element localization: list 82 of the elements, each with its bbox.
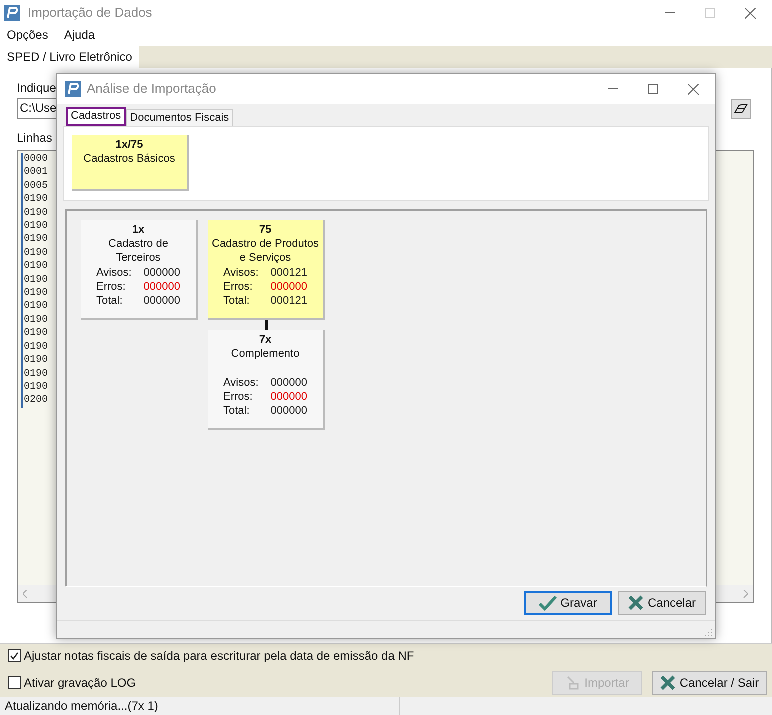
app-logo-icon [65, 81, 81, 97]
stat-value: 000000 [270, 280, 308, 294]
line-entry[interactable]: 0190 [21, 314, 48, 328]
eraser-icon [734, 104, 748, 114]
stat-value: 000121 [270, 294, 308, 308]
line-entry[interactable]: 0001 [21, 166, 48, 180]
action-button[interactable]: Cancelar / Sair [652, 670, 767, 694]
stat-label: Avisos: [224, 376, 259, 390]
app-logo-icon [4, 5, 20, 21]
card-count: 7x [259, 333, 272, 347]
minimize-icon[interactable] [608, 88, 618, 90]
summary-card[interactable]: 7x Complemento Avisos: 000000 Erros: 000000 Total: 000000 [208, 330, 325, 430]
line-entry[interactable]: 0190 [21, 246, 48, 260]
checkbox[interactable] [8, 649, 21, 662]
dialog-title: Análise de Importação [87, 80, 216, 98]
stat-value: 000000 [270, 376, 308, 390]
line-entry[interactable]: 0190 [21, 260, 48, 274]
stat-value: 000000 [144, 266, 180, 280]
stat-value: 000121 [270, 266, 308, 280]
file-label: Indique [17, 80, 56, 96]
line-entry[interactable]: 0190 [21, 300, 48, 314]
menu-item[interactable]: Opções [7, 26, 48, 44]
dialog-button[interactable]: Gravar [524, 591, 612, 615]
summary-card[interactable]: 75 Cadastro de Produtos e Serviços Avisos: 000121 Erros: 000000 Total: 000121 [208, 220, 325, 320]
close-icon[interactable] [745, 8, 756, 18]
line-entry[interactable]: 0190 [21, 274, 48, 288]
stat-value: 000000 [270, 390, 308, 404]
line-entry[interactable]: 0190 [21, 206, 48, 220]
line-entry[interactable]: 0190 [21, 368, 48, 381]
checkbox-label: Ativar gravação LOG [24, 674, 136, 692]
line-entry[interactable]: 0190 [21, 380, 48, 394]
line-entry[interactable]: 0005 [21, 180, 48, 194]
stat-value: 000000 [270, 404, 308, 418]
cross-icon [660, 674, 676, 690]
cross-icon [628, 595, 644, 611]
line-entry[interactable]: 0190 [21, 340, 48, 354]
dialog-tab[interactable]: Documentos Fiscais [126, 109, 234, 126]
file-path-text: C:\Use [20, 101, 57, 115]
card-title: Complemento [230, 347, 301, 362]
group-count: 1x/75 [116, 138, 144, 152]
minimize-icon[interactable] [665, 12, 675, 14]
clear-button[interactable] [731, 98, 751, 118]
maximize-icon[interactable] [648, 84, 658, 94]
line-entry[interactable]: 0000 [21, 153, 48, 166]
import-icon [564, 674, 581, 690]
stat-label: Erros: [224, 390, 254, 404]
stat-label: Total: [224, 294, 251, 308]
stat-value: 000000 [144, 280, 180, 294]
group-card[interactable]: 1x/75 Cadastros Básicos [72, 135, 189, 191]
stat-label: Total: [96, 294, 124, 308]
summary-card[interactable]: 1x Cadastro de Terceiros Avisos: 000000 Erros: 000000 Total: 000000 [81, 220, 198, 320]
group-title: Cadastros Básicos [84, 152, 176, 166]
line-entry[interactable]: 0190 [21, 354, 48, 368]
stat-label: Avisos: [96, 266, 132, 280]
card-count: 1x [132, 223, 145, 237]
checkbox[interactable] [8, 676, 21, 689]
lines-label: Linhas [17, 130, 52, 146]
tab[interactable]: SPED / Livro Eletrônico [0, 46, 140, 68]
check-icon [10, 652, 19, 660]
menu-item[interactable]: Ajuda [64, 26, 96, 44]
card-count: 75 [259, 223, 272, 237]
stat-label: Avisos: [224, 266, 259, 280]
stat-label: Erros: [96, 280, 127, 294]
line-entry[interactable]: 0190 [21, 220, 48, 234]
line-entry[interactable]: 0190 [21, 287, 48, 300]
checkmark-icon [538, 595, 557, 611]
stat-value: 000000 [144, 294, 180, 308]
checkbox-label: Ajustar notas fiscais de saída para escriturar pela data de emissão da NF [24, 648, 414, 664]
line-entry[interactable]: 0190 [21, 233, 48, 247]
window-title: Importação de Dados [28, 4, 152, 22]
dialog-button[interactable]: Cancelar [618, 591, 706, 615]
resize-grip-icon[interactable] [705, 628, 713, 636]
dialog-tab[interactable]: Cadastros [66, 107, 126, 126]
line-entry[interactable]: 0200 [21, 394, 48, 408]
card-title: Cadastro de Produtos e Serviços [211, 237, 320, 265]
stat-label: Erros: [224, 280, 254, 294]
line-entry[interactable]: 0190 [21, 327, 48, 341]
card-title: Cadastro de Terceiros [108, 237, 170, 265]
status-text: Atualizando memória...(7x 1) [0, 697, 400, 715]
stat-label: Total: [224, 404, 251, 418]
line-entry[interactable]: 0190 [21, 193, 48, 207]
close-icon[interactable] [688, 84, 699, 94]
